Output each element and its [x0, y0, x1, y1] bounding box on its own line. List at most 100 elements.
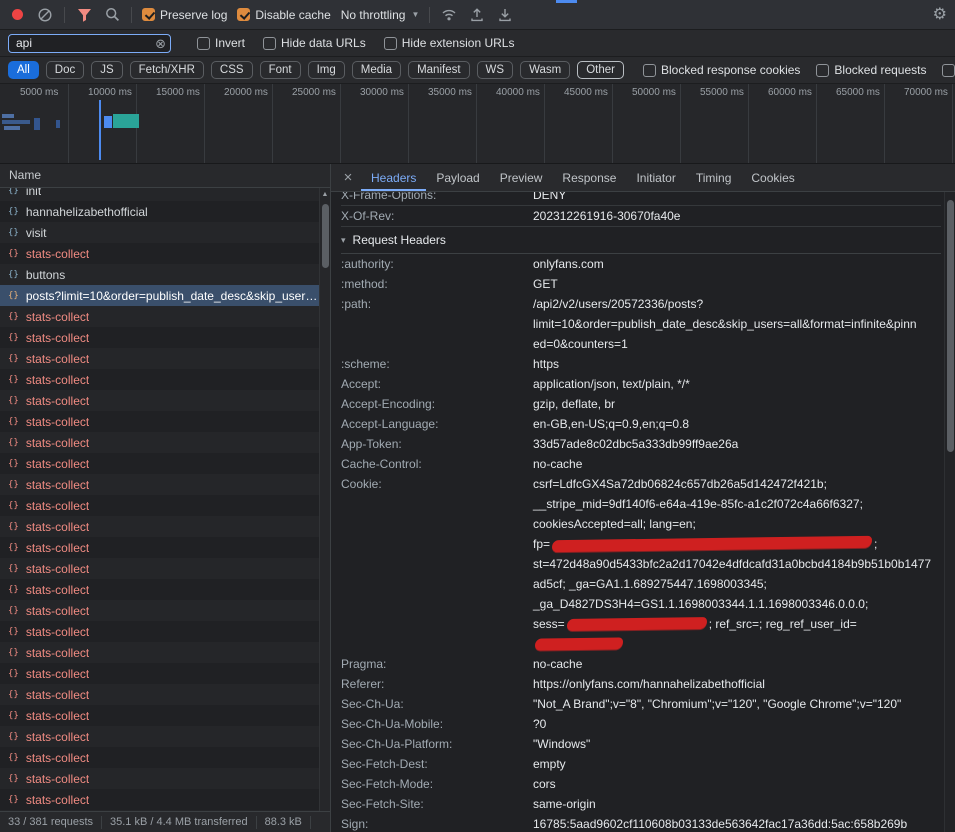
filter-chip-js[interactable]: JS: [91, 61, 122, 79]
header-row: Pragma:no-cache: [341, 654, 941, 674]
request-row[interactable]: {}stats-collect: [0, 306, 319, 327]
timeline-label: 10000 ms: [88, 87, 132, 98]
request-row[interactable]: {}stats-collect: [0, 495, 319, 516]
checkbox-3rd-party-requests[interactable]: 3rd-party requests: [942, 63, 955, 77]
export-har-button[interactable]: [468, 6, 486, 24]
request-row[interactable]: {}stats-collect: [0, 789, 319, 810]
request-row[interactable]: {}stats-collect: [0, 243, 319, 264]
checkbox-preserve-log[interactable]: Preserve log: [142, 8, 227, 22]
request-row[interactable]: {}init: [0, 188, 319, 201]
request-row[interactable]: {}stats-collect: [0, 768, 319, 789]
checkbox-hide-extension-urls[interactable]: Hide extension URLs: [384, 36, 515, 50]
request-row[interactable]: {}stats-collect: [0, 705, 319, 726]
throttling-select[interactable]: No throttling ▼: [341, 8, 420, 22]
request-row[interactable]: {}stats-collect: [0, 348, 319, 369]
filter-button[interactable]: [75, 6, 93, 24]
request-row[interactable]: {}stats-collect: [0, 600, 319, 621]
timeline-overview[interactable]: 5000 ms10000 ms15000 ms20000 ms25000 ms3…: [0, 84, 955, 164]
request-row[interactable]: {}visit: [0, 222, 319, 243]
request-row[interactable]: {}stats-collect: [0, 327, 319, 348]
header-row: :scheme:https: [341, 354, 941, 374]
request-row[interactable]: {}stats-collect: [0, 726, 319, 747]
filter-chip-wasm[interactable]: Wasm: [520, 61, 570, 79]
checkbox-invert[interactable]: Invert: [197, 36, 245, 50]
timeline-activity-mark: [2, 114, 14, 118]
filter-chip-img[interactable]: Img: [308, 61, 345, 79]
clear-filter-icon[interactable]: ⊗: [155, 35, 166, 52]
filter-chip-doc[interactable]: Doc: [46, 61, 84, 79]
settings-gear-icon[interactable]: ⚙: [933, 7, 947, 23]
tab-timing[interactable]: Timing: [686, 164, 742, 191]
request-list-scrollbar[interactable]: ▲: [319, 188, 330, 811]
request-row[interactable]: {}stats-collect: [0, 810, 319, 811]
timeline-gridline: [340, 84, 341, 163]
details-scrollbar[interactable]: [944, 192, 955, 832]
request-row[interactable]: {}stats-collect: [0, 558, 319, 579]
header-row: Sec-Ch-Ua-Mobile:?0: [341, 714, 941, 734]
tab-response[interactable]: Response: [552, 164, 626, 191]
import-har-button[interactable]: [496, 6, 514, 24]
request-name: stats-collect: [26, 520, 89, 534]
record-button[interactable]: [8, 6, 26, 24]
file-type-icon: {}: [8, 606, 19, 616]
request-row[interactable]: {}buttons: [0, 264, 319, 285]
request-row[interactable]: {}stats-collect: [0, 747, 319, 768]
filter-chip-fetch-xhr[interactable]: Fetch/XHR: [130, 61, 204, 79]
checkbox-hide-data-urls[interactable]: Hide data URLs: [263, 36, 366, 50]
request-row[interactable]: {}hannahelizabethofficial: [0, 201, 319, 222]
search-button[interactable]: [103, 6, 121, 24]
name-column-header[interactable]: Name: [0, 164, 330, 188]
tab-initiator[interactable]: Initiator: [626, 164, 685, 191]
request-row[interactable]: {}stats-collect: [0, 642, 319, 663]
request-row[interactable]: {}stats-collect: [0, 579, 319, 600]
filter-input[interactable]: [8, 34, 171, 53]
request-row[interactable]: {}stats-collect: [0, 369, 319, 390]
file-type-icon: {}: [8, 795, 19, 805]
request-row[interactable]: {}stats-collect: [0, 621, 319, 642]
header-name: Sign:: [341, 814, 533, 832]
tab-payload[interactable]: Payload: [426, 164, 489, 191]
search-icon: [105, 7, 120, 22]
request-headers-section[interactable]: ▾ Request Headers: [341, 227, 941, 253]
request-row[interactable]: {}stats-collect: [0, 663, 319, 684]
request-row[interactable]: {}stats-collect: [0, 474, 319, 495]
filter-chip-css[interactable]: CSS: [211, 61, 253, 79]
header-value: 16785:5aad9602cf110608b03133de563642fac1…: [533, 814, 941, 832]
tab-headers[interactable]: Headers: [361, 164, 426, 191]
filter-chip-font[interactable]: Font: [260, 61, 301, 79]
request-row[interactable]: {}stats-collect: [0, 684, 319, 705]
request-name: stats-collect: [26, 688, 89, 702]
clear-network-log-button[interactable]: [36, 6, 54, 24]
request-row[interactable]: {}stats-collect: [0, 411, 319, 432]
file-type-icon: {}: [8, 480, 19, 490]
tab-cookies[interactable]: Cookies: [741, 164, 804, 191]
scrollbar-thumb[interactable]: [322, 204, 329, 268]
header-name: Accept-Language:: [341, 414, 533, 434]
request-details-pane: × HeadersPayloadPreviewResponseInitiator…: [331, 164, 955, 832]
request-row[interactable]: {}stats-collect: [0, 432, 319, 453]
request-row[interactable]: {}posts?limit=10&order=publish_date_desc…: [0, 285, 319, 306]
checkbox-disable-cache[interactable]: Disable cache: [237, 8, 330, 22]
request-row[interactable]: {}stats-collect: [0, 516, 319, 537]
request-row[interactable]: {}stats-collect: [0, 453, 319, 474]
filter-chip-ws[interactable]: WS: [477, 61, 514, 79]
header-name: :scheme:: [341, 354, 533, 374]
request-row[interactable]: {}stats-collect: [0, 537, 319, 558]
checkbox-box: [384, 37, 397, 50]
close-details-icon[interactable]: ×: [339, 169, 357, 186]
filter-chip-media[interactable]: Media: [352, 61, 401, 79]
request-name: stats-collect: [26, 709, 89, 723]
header-value: /api2/v2/users/20572336/posts?limit=10&o…: [533, 294, 941, 354]
request-row[interactable]: {}stats-collect: [0, 390, 319, 411]
checkbox-blocked-response-cookies[interactable]: Blocked response cookies: [643, 63, 800, 77]
network-conditions-button[interactable]: [440, 6, 458, 24]
filter-chip-all[interactable]: All: [8, 61, 39, 79]
file-type-icon: {}: [8, 648, 19, 658]
filter-chip-other[interactable]: Other: [577, 61, 624, 79]
filter-chip-manifest[interactable]: Manifest: [408, 61, 469, 79]
header-value: ?0: [533, 714, 941, 734]
scroll-up-arrow[interactable]: ▲: [320, 188, 330, 198]
tab-preview[interactable]: Preview: [490, 164, 553, 191]
details-scrollbar-thumb[interactable]: [947, 200, 954, 452]
checkbox-blocked-requests[interactable]: Blocked requests: [816, 63, 926, 77]
